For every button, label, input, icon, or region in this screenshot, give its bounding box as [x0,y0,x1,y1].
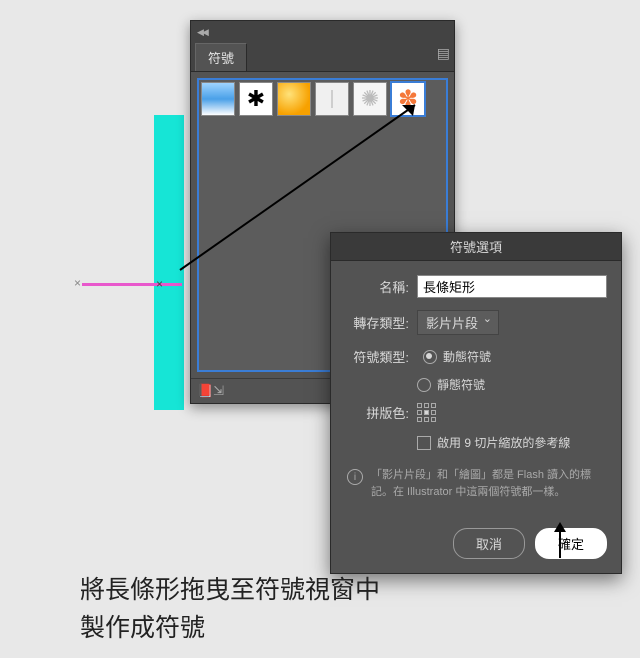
radio-dynamic[interactable] [423,350,437,364]
anchor-start-icon: × [74,276,81,290]
info-text: 「影片片段」和「繪圖」都是 Flash 讀入的標記。在 Illustrator … [371,467,605,500]
tab-symbols[interactable]: 符號 [195,43,247,71]
symbol-swatch-flower[interactable] [391,82,425,116]
slice-checkbox-label: 啟用 9 切片縮放的參考線 [437,434,570,451]
panel-header[interactable]: ◀◀ [191,21,454,43]
instruction-text: 將長條形拖曳至符號視窗中 製作成符號 [80,572,380,647]
export-type-select[interactable]: 影片片段 [417,310,499,335]
panel-collapse-icon[interactable]: ◀◀ [197,27,207,38]
radio-static[interactable] [417,378,431,392]
symbol-swatch-gradient[interactable] [201,82,235,116]
export-type-label: 轉存類型: [345,313,409,332]
symbol-swatch-wreath[interactable] [353,82,387,116]
symbol-library-icon[interactable]: 📕⇲ [197,383,224,399]
info-icon: i [347,469,363,485]
name-label: 名稱: [345,277,409,296]
radio-static-label: 靜態符號 [437,376,485,393]
cancel-button[interactable]: 取消 [453,528,525,559]
drag-path-guide [82,283,182,286]
anchor-end-icon: × [156,277,163,291]
registration-grid[interactable] [417,403,436,422]
ok-button[interactable]: 確定 [535,528,607,559]
dialog-title: 符號選項 [331,233,621,261]
symbol-swatch-sphere[interactable] [277,82,311,116]
symbol-swatch-ink[interactable] [239,82,273,116]
cyan-rectangle[interactable] [154,115,184,410]
symbol-type-label: 符號類型: [345,347,409,366]
symbol-swatch-ribbon[interactable] [315,82,349,116]
panel-menu-icon[interactable]: ▤ [433,43,454,71]
radio-dynamic-label: 動態符號 [443,348,491,365]
registration-label: 拼版色: [345,403,409,422]
name-input[interactable] [417,275,607,298]
symbol-options-dialog: 符號選項 名稱: 轉存類型: 影片片段 符號類型: 動態符號 靜態符號 拼版色: [330,232,622,574]
slice-checkbox[interactable] [417,436,431,450]
info-note: i 「影片片段」和「繪圖」都是 Flash 讀入的標記。在 Illustrato… [345,461,607,512]
